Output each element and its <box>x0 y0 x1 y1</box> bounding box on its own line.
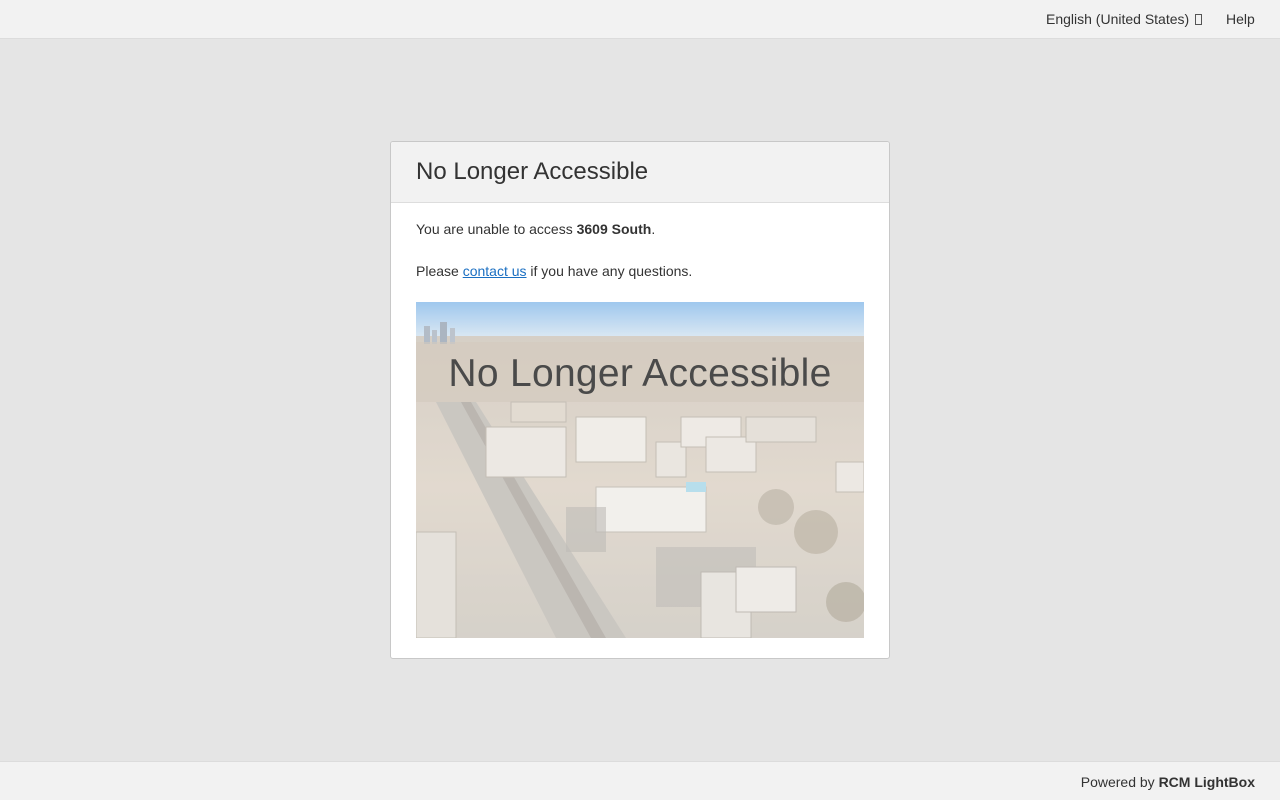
panel-header: No Longer Accessible <box>391 142 889 203</box>
contact-us-link[interactable]: contact us <box>463 263 527 279</box>
contact-message-suffix: if you have any questions. <box>526 263 693 279</box>
unable-message-suffix: . <box>651 221 656 237</box>
footer: Powered by RCM LightBox <box>0 761 1280 800</box>
panel-title: No Longer Accessible <box>416 158 649 185</box>
language-label: English (United States) <box>1046 11 1190 27</box>
powered-by-prefix: Powered by <box>1080 774 1159 790</box>
access-panel: No Longer Accessible You are unable to a… <box>390 141 890 659</box>
property-name: 3609 South <box>576 221 652 237</box>
language-selector[interactable]: English (United States) <box>1046 11 1203 27</box>
help-link[interactable]: Help <box>1226 11 1255 27</box>
panel-body: You are unable to access 3609 South. Ple… <box>391 221 889 279</box>
dropdown-caret-icon <box>1195 13 1203 25</box>
contact-message: Please contact us if you have any questi… <box>416 263 864 279</box>
brand-name: RCM LightBox <box>1158 774 1255 790</box>
property-photo: No Longer Accessible <box>416 302 864 638</box>
top-bar: English (United States) Help <box>0 0 1280 39</box>
unable-message: You are unable to access 3609 South. <box>416 221 864 237</box>
powered-by: Powered by RCM LightBox <box>1081 774 1255 790</box>
photo-overlay-text: No Longer Accessible <box>448 352 832 395</box>
unable-message-prefix: You are unable to access <box>416 221 577 237</box>
contact-message-prefix: Please <box>416 263 463 279</box>
